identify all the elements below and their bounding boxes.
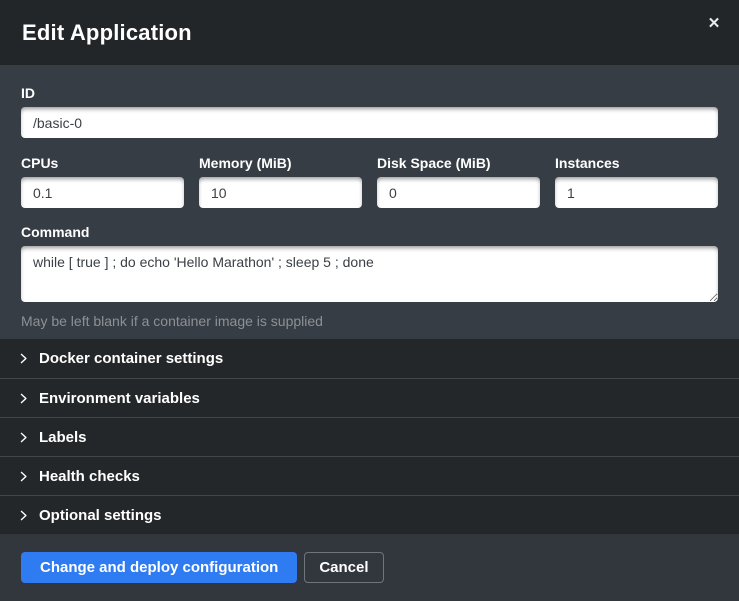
chevron-right-icon	[18, 393, 29, 404]
id-field-group: ID	[21, 85, 718, 138]
id-input[interactable]	[21, 107, 718, 138]
modal-header: Edit Application ✕	[0, 0, 739, 65]
cpus-field-group: CPUs	[21, 155, 184, 208]
section-label: Labels	[39, 429, 87, 446]
section-label: Environment variables	[39, 390, 200, 407]
memory-field-group: Memory (MiB)	[199, 155, 362, 208]
section-label: Optional settings	[39, 507, 162, 524]
section-optional-settings[interactable]: Optional settings	[0, 495, 739, 534]
command-textarea[interactable]: while [ true ] ; do echo 'Hello Marathon…	[21, 246, 718, 302]
edit-application-modal: Edit Application ✕ ID CPUs Memory (MiB) …	[0, 0, 739, 599]
disk-label: Disk Space (MiB)	[377, 155, 540, 171]
modal-footer: Change and deploy configuration Cancel	[0, 534, 739, 601]
command-help-text: May be left blank if a container image i…	[21, 313, 718, 329]
modal-body: ID CPUs Memory (MiB) Disk Space (MiB) In…	[0, 65, 739, 339]
section-docker-container-settings[interactable]: Docker container settings	[0, 339, 739, 378]
section-health-checks[interactable]: Health checks	[0, 456, 739, 495]
id-label: ID	[21, 85, 718, 101]
command-label: Command	[21, 224, 718, 240]
cpus-input[interactable]	[21, 177, 184, 208]
section-environment-variables[interactable]: Environment variables	[0, 378, 739, 417]
chevron-right-icon	[18, 353, 29, 364]
resources-field-row: CPUs Memory (MiB) Disk Space (MiB) Insta…	[21, 155, 718, 208]
accordion-sections: Docker container settings Environment va…	[0, 339, 739, 534]
memory-label: Memory (MiB)	[199, 155, 362, 171]
close-icon[interactable]: ✕	[703, 13, 725, 35]
chevron-right-icon	[18, 510, 29, 521]
disk-field-group: Disk Space (MiB)	[377, 155, 540, 208]
command-field-group: Command while [ true ] ; do echo 'Hello …	[21, 224, 718, 329]
cpus-label: CPUs	[21, 155, 184, 171]
instances-label: Instances	[555, 155, 718, 171]
instances-input[interactable]	[555, 177, 718, 208]
section-label: Health checks	[39, 468, 140, 485]
section-label: Docker container settings	[39, 350, 223, 367]
chevron-right-icon	[18, 432, 29, 443]
modal-title: Edit Application	[22, 20, 192, 46]
instances-field-group: Instances	[555, 155, 718, 208]
section-labels[interactable]: Labels	[0, 417, 739, 456]
chevron-right-icon	[18, 471, 29, 482]
cancel-button[interactable]: Cancel	[304, 552, 383, 583]
memory-input[interactable]	[199, 177, 362, 208]
disk-input[interactable]	[377, 177, 540, 208]
change-and-deploy-button[interactable]: Change and deploy configuration	[21, 552, 297, 583]
